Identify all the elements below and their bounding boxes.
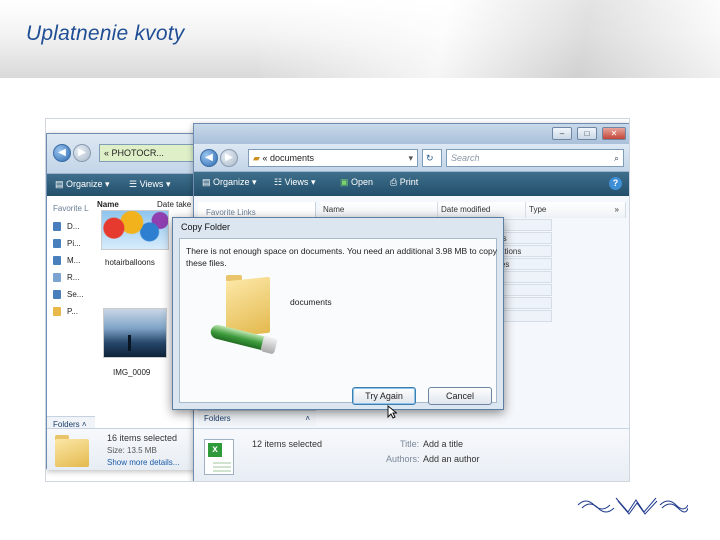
img-0009-thumbnail[interactable]: [103, 308, 167, 358]
back-views-button[interactable]: ☰ Views ▾: [129, 179, 170, 190]
authors-key: Authors:: [386, 454, 420, 464]
excel-file-icon: x: [204, 439, 234, 475]
minimize-button[interactable]: –: [552, 127, 572, 140]
nav-item[interactable]: D...: [67, 222, 79, 231]
documents-icon: [53, 222, 61, 231]
forward-arrow-icon[interactable]: ▶: [220, 149, 238, 167]
dialog-title: Copy Folder: [181, 222, 231, 232]
copy-folder-dialog: Copy Folder There is not enough space on…: [172, 217, 504, 419]
column-header-date[interactable]: Date modified: [438, 202, 526, 218]
dialog-body: There is not enough space on documents. …: [179, 238, 497, 419]
organize-button[interactable]: ▤ Organize ▾: [202, 177, 257, 188]
nav-item[interactable]: M...: [67, 256, 80, 265]
hotairballoons-thumbnail[interactable]: [101, 210, 169, 250]
thumbnail-label: IMG_0009: [113, 368, 151, 377]
back-count: 16 items selected: [107, 433, 178, 443]
front-titlebar: – □ ✕: [194, 124, 629, 144]
back-toolbar: ▤ Organize ▾ ☰ Views ▾: [47, 174, 205, 196]
back-organize-button[interactable]: ▤ Organize ▾: [55, 179, 110, 190]
header-stripe: [260, 0, 720, 78]
dialog-message: There is not enough space on documents. …: [186, 246, 497, 268]
back-col-name[interactable]: Name: [97, 200, 119, 209]
mouse-cursor-icon: [387, 405, 397, 419]
title-value[interactable]: Add a title: [423, 439, 463, 449]
searches-icon: [53, 290, 61, 299]
views-button[interactable]: ☷ Views ▾: [274, 177, 315, 188]
public-folder-icon: [53, 307, 61, 316]
printer-icon: ⎙: [390, 177, 398, 187]
folder-icon: [55, 439, 89, 467]
maximize-button[interactable]: □: [577, 127, 597, 140]
front-folders-toggle[interactable]: Folders ˄: [198, 410, 316, 426]
back-address-box[interactable]: « PHOTOCR...: [99, 144, 203, 162]
slide: Uplatnenie kvoty ◀ ▶ « PHOTOCR... ▤ Orga…: [0, 0, 720, 540]
more-columns-icon[interactable]: »: [615, 202, 619, 218]
nav-item[interactable]: Pi...: [67, 239, 81, 248]
recent-icon: [53, 273, 61, 282]
print-button[interactable]: ⎙ Print: [390, 177, 418, 188]
authors-value[interactable]: Add an author: [423, 454, 480, 464]
search-icon[interactable]: ⌕: [614, 150, 619, 166]
brand-logo: [577, 497, 688, 515]
back-arrow-icon[interactable]: ◀: [53, 144, 71, 162]
dialog-folder-label: documents: [290, 297, 332, 307]
back-size: Size: 13.5 MB: [107, 446, 157, 455]
help-icon[interactable]: ?: [609, 177, 622, 190]
front-address-area: ◀ ▶ ▰ « documents ▾ ↻ Search ⌕: [194, 144, 629, 172]
front-address-box[interactable]: ▰ « documents ▾: [248, 149, 418, 167]
front-details-pane: x 12 items selected Title: Add a title A…: [194, 428, 629, 481]
chevron-up-icon[interactable]: ˄: [305, 411, 310, 427]
back-address-area: ◀ ▶ « PHOTOCR...: [47, 134, 205, 174]
forward-arrow-icon[interactable]: ▶: [73, 144, 91, 162]
slide-title: Uplatnenie kvoty: [26, 22, 185, 45]
nav-item[interactable]: P...: [67, 307, 78, 316]
close-button[interactable]: ✕: [602, 127, 626, 140]
open-icon: ▣: [340, 177, 349, 187]
search-input[interactable]: Search ⌕: [446, 149, 624, 167]
column-header-name[interactable]: Name: [320, 202, 438, 218]
try-again-button[interactable]: Try Again: [352, 387, 416, 405]
pictures-icon: [53, 239, 61, 248]
screenshot: ◀ ▶ « PHOTOCR... ▤ Organize ▾ ☰ Views ▾ …: [45, 118, 630, 482]
front-count: 12 items selected: [252, 439, 323, 449]
front-toolbar: ▤ Organize ▾ ☷ Views ▾ ▣ Open ⎙ Print ?: [194, 172, 629, 196]
cancel-button[interactable]: Cancel: [428, 387, 492, 405]
title-key: Title:: [400, 439, 420, 449]
music-icon: [53, 256, 61, 265]
refresh-button[interactable]: ↻: [422, 149, 442, 167]
back-arrow-icon[interactable]: ◀: [200, 149, 218, 167]
front-nav-header: Favorite Links: [206, 208, 256, 217]
back-col-date[interactable]: Date take: [157, 200, 191, 209]
column-header-type[interactable]: Type»: [526, 202, 626, 218]
thumbnail-label: hotairballoons: [105, 258, 155, 267]
folder-icon: ▰: [253, 153, 260, 163]
show-more-details-link[interactable]: Show more details...: [107, 458, 179, 467]
back-nav-header: Favorite L: [53, 204, 89, 213]
nav-item[interactable]: Se...: [67, 290, 83, 299]
open-button[interactable]: ▣ Open: [340, 177, 373, 188]
nav-item[interactable]: R...: [67, 273, 79, 282]
back-details-pane: 16 items selected Size: 13.5 MB Show mor…: [47, 428, 207, 470]
chevron-down-icon[interactable]: ▾: [408, 150, 413, 166]
pipe-end-icon: [260, 335, 278, 355]
